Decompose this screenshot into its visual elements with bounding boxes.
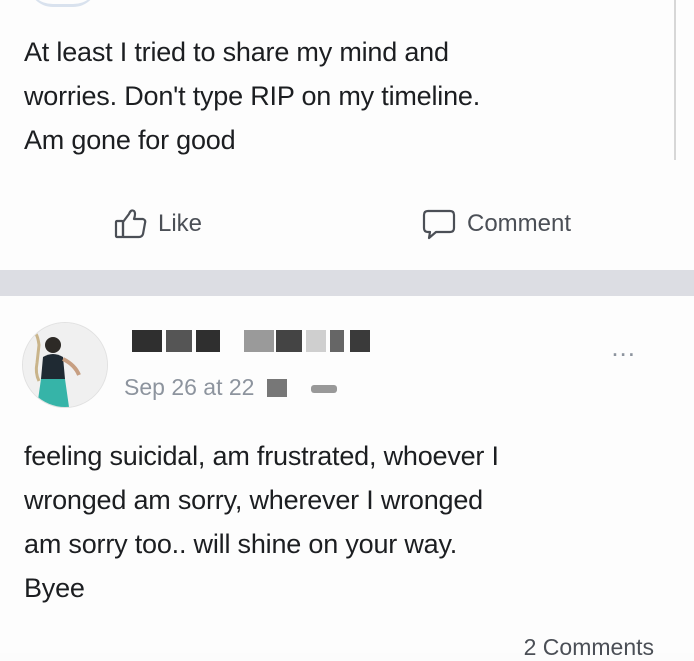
like-button[interactable]: Like — [114, 204, 202, 244]
author-name-redacted — [124, 330, 404, 352]
like-label: Like — [158, 210, 203, 237]
comment-button[interactable]: Comment — [421, 204, 571, 244]
post-1-action-bar: Like Comment — [0, 198, 694, 250]
thumbs-up-icon — [114, 208, 148, 240]
post-1-text: At least I tried to share my mind and wo… — [24, 30, 480, 162]
post-1-text-line: worries. Don't type RIP on my timeline. — [24, 81, 481, 111]
post-2-text-line: am sorry too.. will shine on your way. — [24, 529, 458, 559]
post-1-text-line: Am gone for good — [24, 125, 236, 155]
timestamp-redacted — [266, 379, 287, 397]
timestamp-text: Sep 26 at 22 — [124, 374, 255, 400]
post-2-text: feeling suicidal, am frustrated, whoever… — [24, 434, 499, 610]
post-2-text-line: wronged am sorry, wherever I wronged — [24, 485, 483, 515]
scrollbar[interactable] — [674, 0, 676, 160]
post-1-text-line: At least I tried to share my mind and — [24, 37, 449, 67]
post-2-text-line: feeling suicidal, am frustrated, whoever… — [24, 441, 499, 471]
comment-label: Comment — [467, 210, 572, 237]
feed-divider — [0, 270, 694, 296]
post-1: At least I tried to share my mind and wo… — [0, 0, 694, 270]
comment-bubble-icon — [421, 207, 457, 241]
privacy-icon-redacted — [311, 385, 338, 393]
post-2-text-line: Byee — [24, 573, 85, 603]
avatar[interactable] — [22, 322, 108, 408]
comments-count-link[interactable]: 2 Comments — [524, 634, 654, 661]
post-2: Sep 26 at 22 ... feeling suicidal, am fr… — [0, 296, 694, 660]
post-timestamp[interactable]: Sep 26 at 22 — [124, 374, 338, 401]
avatar-edge — [28, 0, 98, 7]
more-options-button[interactable]: ... — [611, 332, 636, 363]
